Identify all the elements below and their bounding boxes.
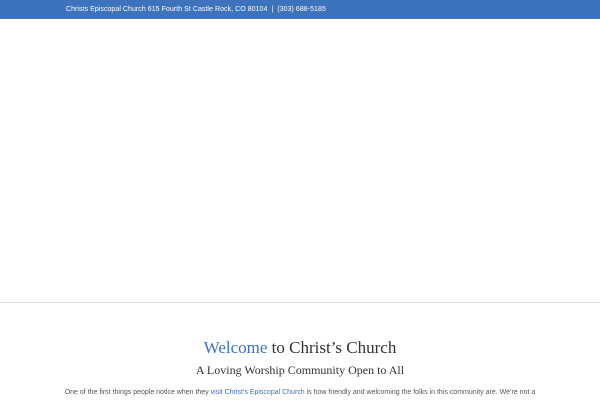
- hero-banner: [0, 19, 600, 302]
- church-phone[interactable]: (303) 688-5185: [277, 6, 326, 13]
- welcome-heading-accent: Welcome: [203, 338, 268, 357]
- visit-church-link[interactable]: visit Christ’s Episcopal Church: [211, 389, 305, 396]
- welcome-heading: Welcome to Christ’s Church: [0, 337, 600, 359]
- church-address: Christs Episcopal Church 615 Fourth St C…: [66, 6, 268, 13]
- section-divider: [0, 302, 600, 303]
- intro-paragraph: One of the first things people notice wh…: [0, 388, 600, 398]
- top-info-bar: Christs Episcopal Church 615 Fourth St C…: [0, 0, 600, 19]
- topbar-separator: |: [271, 6, 274, 13]
- intro-text-before: One of the first things people notice wh…: [64, 389, 211, 396]
- intro-text-after: is how friendly and welcoming the folks …: [304, 389, 536, 396]
- welcome-subheading: A Loving Worship Community Open to All: [195, 363, 405, 377]
- welcome-heading-rest: to Christ’s Church: [267, 338, 397, 357]
